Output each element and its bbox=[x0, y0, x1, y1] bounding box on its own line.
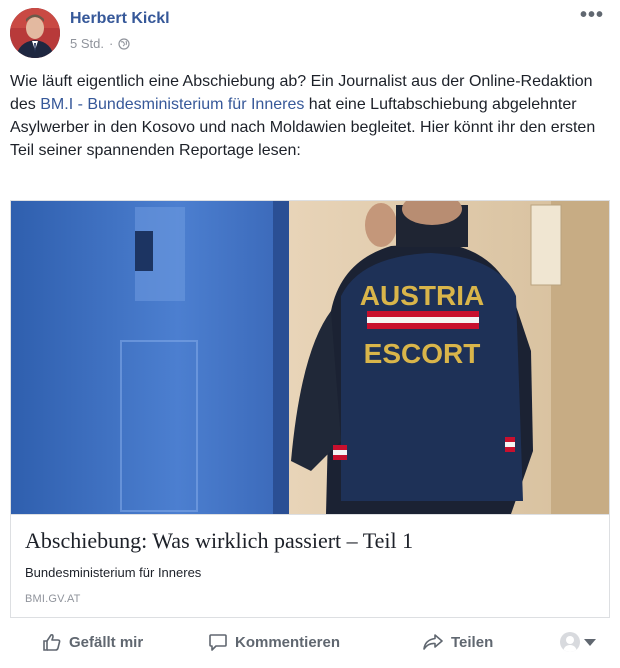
chevron-down-icon bbox=[584, 638, 596, 646]
like-label: Gefällt mir bbox=[69, 633, 144, 651]
globe-icon[interactable] bbox=[118, 37, 130, 50]
link-preview-image[interactable]: AUSTRIA ESCORT bbox=[11, 201, 609, 514]
post-action-bar: Gefällt mir Kommentieren Teilen bbox=[10, 628, 610, 662]
vest-text-line1: AUSTRIA bbox=[360, 280, 484, 311]
link-preview-card[interactable]: AUSTRIA ESCORT Abschiebung: Was wirklich… bbox=[10, 200, 610, 618]
link-preview-domain: BMI.GV.AT bbox=[25, 593, 81, 605]
comment-bubble-icon bbox=[208, 632, 228, 652]
post-text: Wie läuft eigentlich eine Abschiebung ab… bbox=[10, 70, 600, 162]
post-timestamp[interactable]: 5 Std. bbox=[70, 36, 104, 51]
facebook-post: Herbert Kickl 5 Std. · ••• Wie läuft eig… bbox=[0, 0, 620, 668]
author-name[interactable]: Herbert Kickl bbox=[70, 10, 170, 28]
share-label: Teilen bbox=[451, 633, 494, 651]
link-preview-body[interactable]: Abschiebung: Was wirklich passiert – Tei… bbox=[11, 514, 609, 617]
meta-separator: · bbox=[108, 36, 114, 51]
more-options-icon[interactable]: ••• bbox=[580, 4, 604, 27]
post-meta: 5 Std. · bbox=[70, 36, 130, 51]
author-avatar[interactable] bbox=[10, 8, 60, 58]
link-preview-description: Bundesministerium für Inneres bbox=[25, 565, 202, 580]
like-button[interactable]: Gefällt mir bbox=[42, 632, 143, 652]
profile-silhouette-icon bbox=[560, 632, 580, 652]
link-preview-title[interactable]: Abschiebung: Was wirklich passiert – Tei… bbox=[25, 528, 413, 554]
page-mention-link[interactable]: BM.I - Bundesministerium für Inneres bbox=[40, 96, 304, 113]
comment-label: Kommentieren bbox=[235, 633, 341, 651]
reaction-identity-selector[interactable] bbox=[560, 632, 596, 652]
comment-button[interactable]: Kommentieren bbox=[208, 632, 340, 652]
thumbs-up-icon bbox=[42, 632, 62, 652]
share-button[interactable]: Teilen bbox=[422, 632, 493, 652]
share-arrow-icon bbox=[422, 632, 444, 652]
vest-text-line2: ESCORT bbox=[364, 338, 481, 369]
